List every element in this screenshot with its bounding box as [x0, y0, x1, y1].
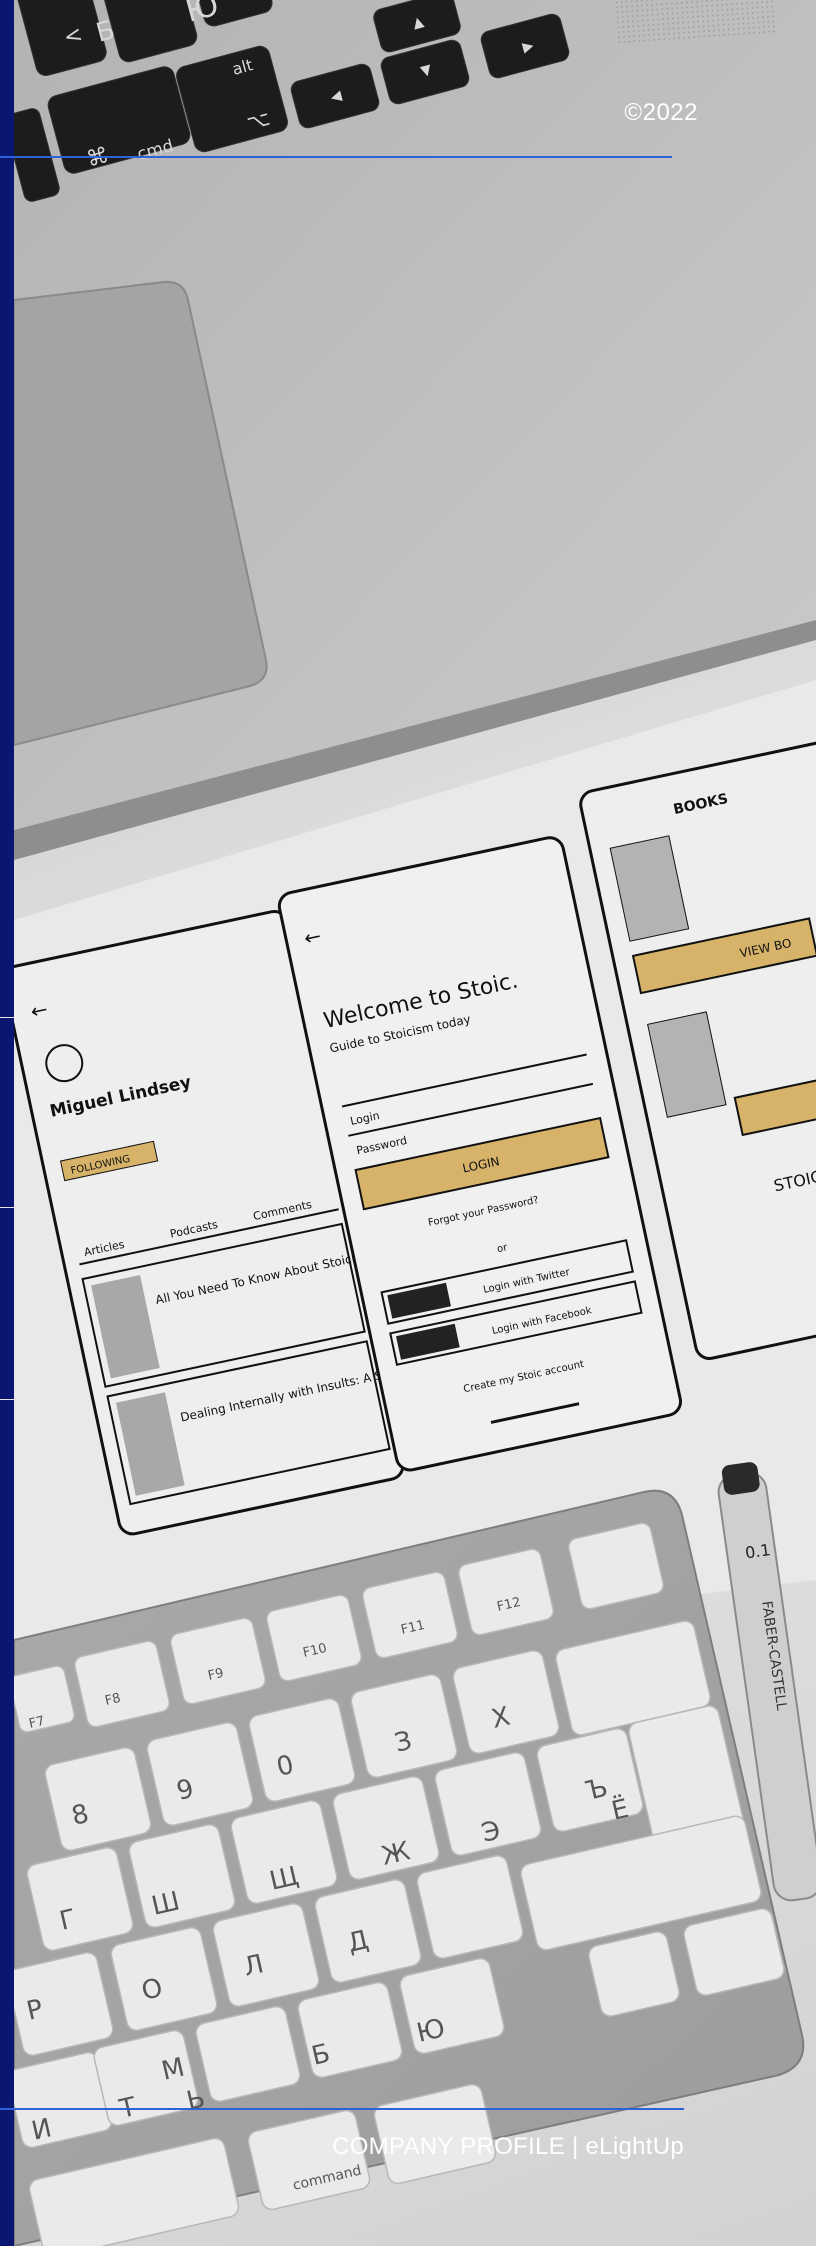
svg-text:0.1: 0.1	[744, 1540, 772, 1562]
footer-rule	[0, 2108, 684, 2110]
footer-label: COMPANY PROFILE | eLightUp	[332, 2133, 684, 2160]
bar-divider	[0, 1207, 14, 1208]
bar-divider	[0, 1017, 14, 1018]
copyright-text: ©2022	[624, 99, 698, 126]
bar-divider	[0, 1399, 14, 1400]
left-accent-bar	[0, 0, 14, 2246]
background-photo: < Б Ю alt cmd ⌘ ⌥ ◀ ▼ ▲ ▶ ← Miguel Linds…	[14, 0, 816, 2246]
header-rule	[0, 156, 672, 158]
page: < Б Ю alt cmd ⌘ ⌥ ◀ ▼ ▲ ▶ ← Miguel Linds…	[0, 0, 816, 2246]
